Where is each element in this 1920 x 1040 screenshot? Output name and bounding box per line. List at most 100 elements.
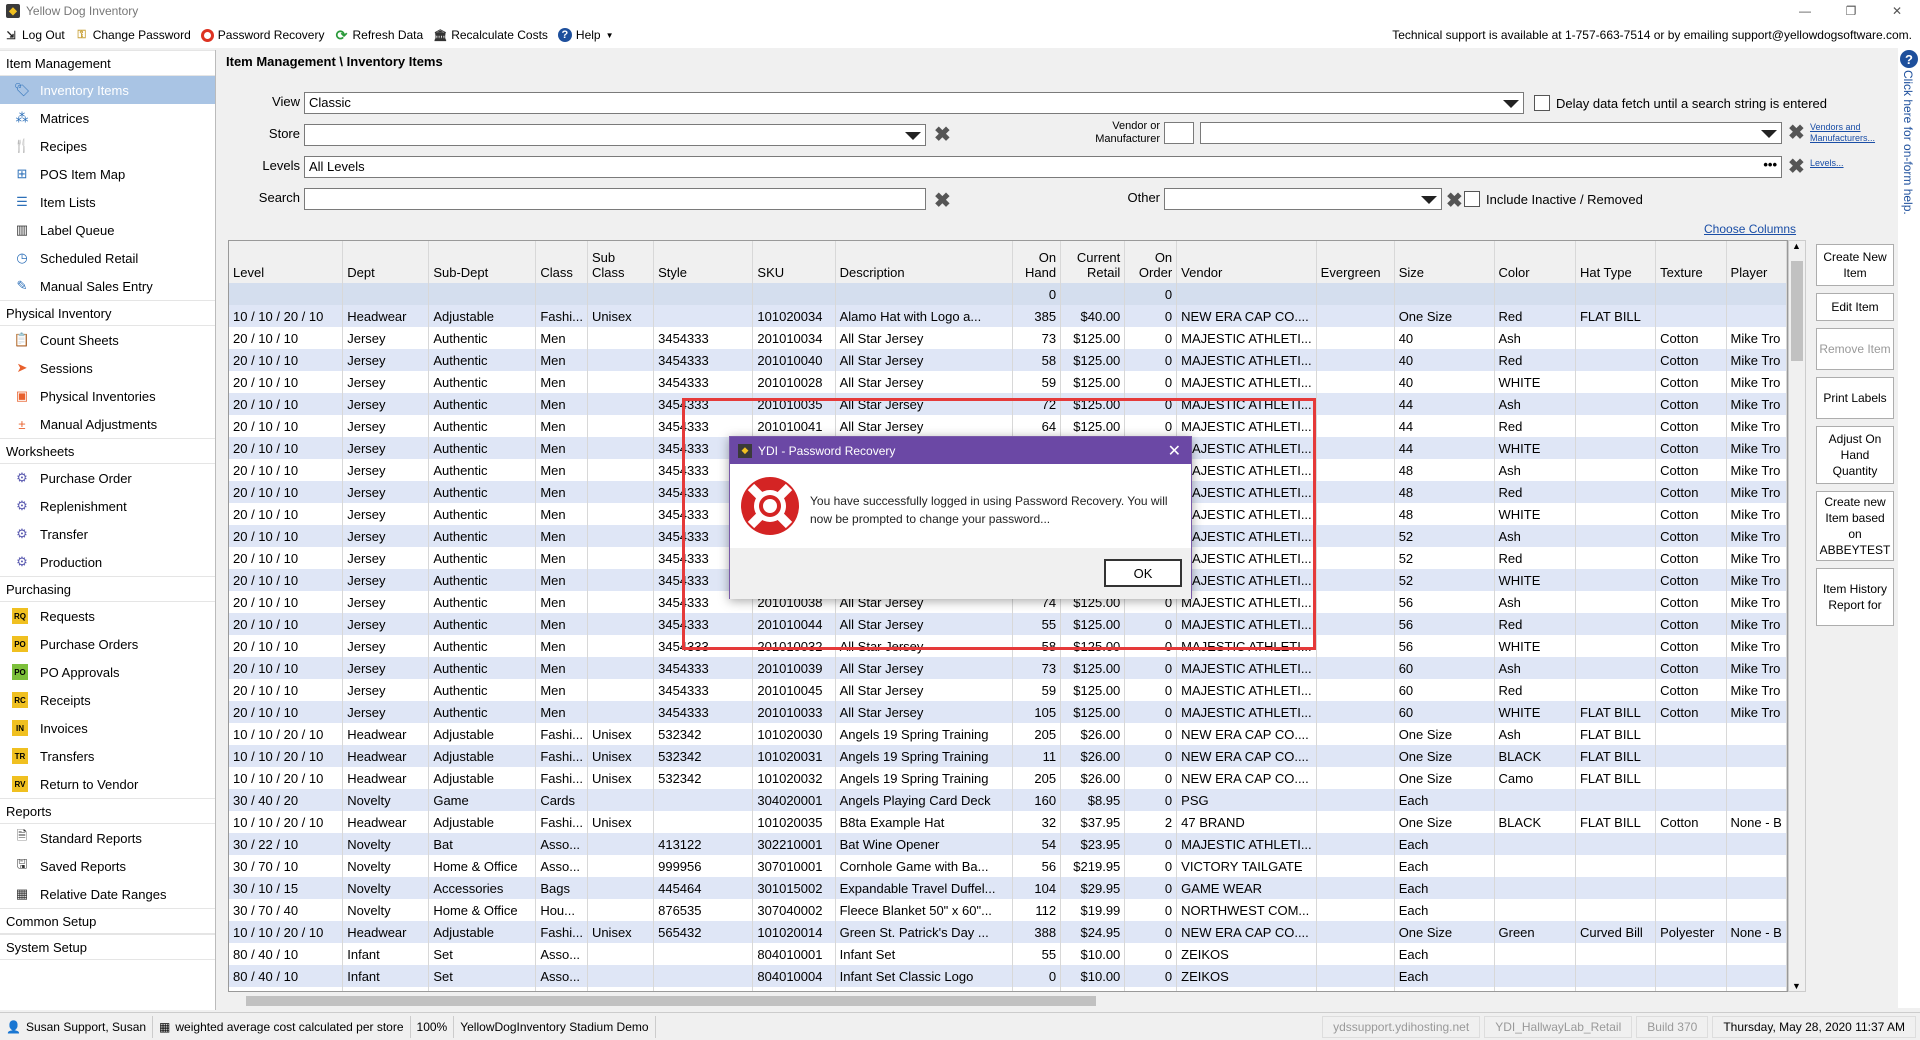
table-row[interactable]: 10 / 10 / 20 / 10HeadwearAdjustableFashi…: [229, 723, 1787, 745]
filter-cell[interactable]: [1176, 283, 1317, 305]
vendor-code-input[interactable]: [1164, 122, 1194, 144]
sidebar-item-scheduled-retail[interactable]: ◷ Scheduled Retail: [0, 244, 215, 272]
filter-cell[interactable]: [1060, 283, 1126, 305]
filter-cell[interactable]: 0: [1012, 283, 1062, 305]
levels-picker[interactable]: All Levels •••: [304, 156, 1782, 178]
sidebar-item-production[interactable]: ⚙ Production: [0, 548, 215, 576]
filter-cell[interactable]: [1655, 283, 1727, 305]
table-row[interactable]: 20 / 10 / 10 Jersey Authentic Men 3454333 201…: [229, 371, 1787, 393]
help-strip[interactable]: ? Click here for on-form help.: [1898, 48, 1920, 1008]
sidebar-item-receipts[interactable]: RC Receipts: [0, 686, 215, 714]
create-based-on-button[interactable]: Create new Item based on ABBEYTEST: [1816, 491, 1894, 561]
change-password-button[interactable]: ⚿ Change Password: [75, 28, 191, 42]
column-header[interactable]: On Hand: [1012, 241, 1062, 283]
sidebar-item-saved-reports[interactable]: 🖫 Saved Reports: [0, 852, 215, 880]
print-labels-button[interactable]: Print Labels: [1816, 377, 1894, 419]
filter-cell[interactable]: [1726, 283, 1787, 305]
table-row[interactable]: 10 / 10 / 20 / 10HeadwearAdjustableFashi…: [229, 305, 1787, 327]
filter-cell[interactable]: [1316, 283, 1395, 305]
minimize-icon[interactable]: —: [1782, 0, 1828, 22]
sidebar-item-item-lists[interactable]: ☰ Item Lists: [0, 188, 215, 216]
other-select[interactable]: [1164, 188, 1442, 210]
filter-cell[interactable]: [752, 283, 836, 305]
column-header[interactable]: Texture: [1655, 241, 1727, 283]
sidebar-item-sessions[interactable]: ➤ Sessions: [0, 354, 215, 382]
table-row[interactable]: 30 / 22 / 10 Novelty Bat Asso... 413122 30221…: [229, 833, 1787, 855]
sidebar-item-relative-date-ranges[interactable]: ▦ Relative Date Ranges: [0, 880, 215, 908]
sidebar-item-pos-item-map[interactable]: ⊞ POS Item Map: [0, 160, 215, 188]
column-header[interactable]: Current Retail: [1060, 241, 1126, 283]
filter-cell[interactable]: [535, 283, 588, 305]
vendor-select[interactable]: [1200, 122, 1782, 144]
horizontal-scrollbar[interactable]: [228, 992, 1788, 1010]
sidebar-item-label-queue[interactable]: ▥ Label Queue: [0, 216, 215, 244]
column-header[interactable]: Sub Class: [587, 241, 655, 283]
column-header[interactable]: Class: [535, 241, 588, 283]
sidebar-item-invoices[interactable]: IN Invoices: [0, 714, 215, 742]
table-row[interactable]: 30 / 70 / 10 Novelty Home & Office Asso... 9…: [229, 855, 1787, 877]
filter-cell[interactable]: [1394, 283, 1495, 305]
column-header[interactable]: Sub-Dept: [428, 241, 537, 283]
column-header[interactable]: Color: [1494, 241, 1576, 283]
close-icon[interactable]: ✕: [1874, 0, 1920, 22]
sidebar-item-matrices[interactable]: ⁂ Matrices: [0, 104, 215, 132]
sidebar-item-requests[interactable]: RQ Requests: [0, 602, 215, 630]
filter-cell[interactable]: [1575, 283, 1657, 305]
sidebar-section-reports[interactable]: Reports: [0, 798, 215, 824]
column-header[interactable]: Size: [1394, 241, 1495, 283]
column-header[interactable]: Description: [835, 241, 1013, 283]
sidebar-item-inventory-items[interactable]: 🏷 Inventory Items: [0, 76, 215, 104]
sidebar-item-count-sheets[interactable]: 📋 Count Sheets: [0, 326, 215, 354]
sidebar-item-recipes[interactable]: 🍴 Recipes: [0, 132, 215, 160]
sidebar-item-manual-adjustments[interactable]: ± Manual Adjustments: [0, 410, 215, 438]
sidebar-section-physical-inventory[interactable]: Physical Inventory: [0, 300, 215, 326]
scroll-thumb[interactable]: [246, 996, 1096, 1006]
column-header[interactable]: Level: [229, 241, 344, 283]
column-header[interactable]: Player: [1726, 241, 1787, 283]
choose-columns-link[interactable]: Choose Columns: [1704, 222, 1796, 236]
scroll-thumb[interactable]: [1791, 261, 1803, 361]
clear-store-icon[interactable]: ✖: [934, 124, 951, 146]
include-inactive-checkbox[interactable]: [1464, 191, 1480, 207]
clear-search-icon[interactable]: ✖: [934, 190, 951, 212]
sidebar-item-standard-reports[interactable]: 🗎 Standard Reports: [0, 824, 215, 852]
create-new-item-button[interactable]: Create New Item: [1816, 244, 1894, 286]
filter-cell[interactable]: [342, 283, 430, 305]
clear-vendor-icon[interactable]: ✖: [1788, 122, 1805, 144]
remove-item-button[interactable]: Remove Item: [1816, 328, 1894, 370]
maximize-icon[interactable]: ❐: [1828, 0, 1874, 22]
sidebar-item-po-approvals[interactable]: PO PO Approvals: [0, 658, 215, 686]
item-history-report-button[interactable]: Item History Report for: [1816, 568, 1894, 626]
table-row[interactable]: 30 / 70 / 40 Novelty Home & Office Hou... 87…: [229, 899, 1787, 921]
close-icon[interactable]: ✕: [1168, 441, 1181, 461]
table-row[interactable]: 30 / 10 / 15 Novelty Accessories Bags 445464…: [229, 877, 1787, 899]
column-header[interactable]: Evergreen: [1316, 241, 1395, 283]
table-row[interactable]: 10 / 10 / 20 / 10HeadwearAdjustableFashi…: [229, 921, 1787, 943]
log-out-button[interactable]: ⇲ Log Out: [4, 28, 64, 42]
table-row[interactable]: 80 / 40 / 10 Infant Set Asso... 804010004 Inf…: [229, 965, 1787, 987]
filter-cell[interactable]: [428, 283, 537, 305]
sidebar-section-item-management[interactable]: Item Management: [0, 50, 215, 76]
sidebar-section-purchasing[interactable]: Purchasing: [0, 576, 215, 602]
filter-cell[interactable]: [835, 283, 1013, 305]
refresh-data-button[interactable]: ⟳ Refresh Data: [334, 27, 424, 43]
table-row[interactable]: 10 / 10 / 20 / 10HeadwearAdjustableFashi…: [229, 811, 1787, 833]
edit-item-button[interactable]: Edit Item: [1816, 293, 1894, 321]
column-header[interactable]: Vendor: [1176, 241, 1317, 283]
sidebar-item-replenishment[interactable]: ⚙ Replenishment: [0, 492, 215, 520]
table-row[interactable]: 20 / 10 / 10 Jersey Authentic Men 3454333 201…: [229, 327, 1787, 349]
table-row[interactable]: 10 / 10 / 20 / 10HeadwearAdjustableFashi…: [229, 767, 1787, 789]
filter-cell[interactable]: [1494, 283, 1576, 305]
sidebar-item-transfers[interactable]: TR Transfers: [0, 742, 215, 770]
table-row[interactable]: 20 / 10 / 10 Jersey Authentic Men 3454333 201…: [229, 679, 1787, 701]
store-select[interactable]: [304, 124, 926, 146]
filter-cell[interactable]: [229, 283, 344, 305]
clear-other-icon[interactable]: ✖: [1446, 190, 1463, 212]
sidebar-item-purchase-order[interactable]: ⚙ Purchase Order: [0, 464, 215, 492]
levels-link[interactable]: Levels...: [1810, 158, 1844, 169]
sidebar-item-purchase-orders[interactable]: PO Purchase Orders: [0, 630, 215, 658]
filter-cell[interactable]: [587, 283, 655, 305]
vendors-manufacturers-link[interactable]: Vendors and Manufacturers...: [1810, 122, 1890, 144]
filter-cell[interactable]: [653, 283, 754, 305]
password-recovery-button[interactable]: Password Recovery: [200, 28, 324, 42]
